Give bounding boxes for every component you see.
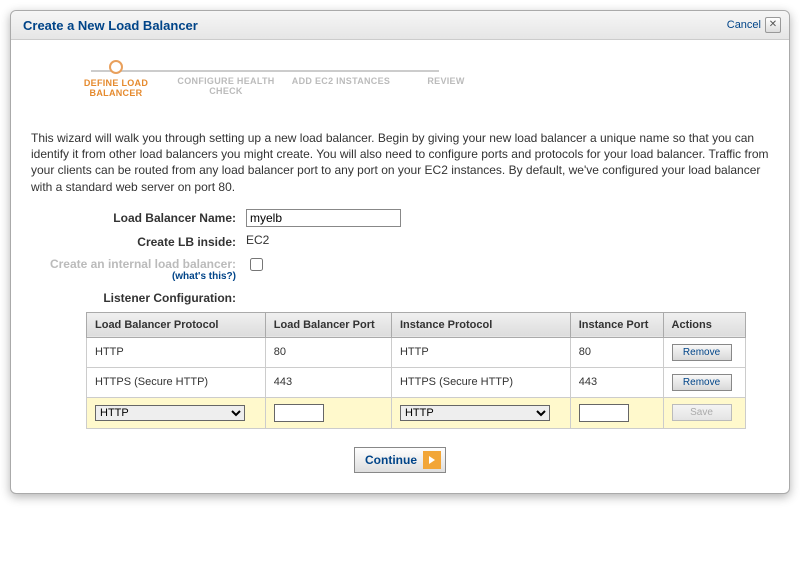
continue-button[interactable]: Continue: [354, 447, 446, 473]
step-label: CONFIGURE HEALTH CHECK: [171, 76, 281, 96]
col-lb-port: Load Balancer Port: [265, 312, 391, 337]
wizard-description: This wizard will walk you through settin…: [31, 130, 769, 195]
row-lb-name: Load Balancer Name:: [31, 209, 769, 227]
cell-lb-port: 443: [265, 367, 391, 397]
step-active-dot-icon: [109, 60, 123, 74]
label-listener-config: Listener Configuration:: [31, 289, 246, 305]
cell-lb-port: 80: [265, 337, 391, 367]
close-icon[interactable]: ✕: [765, 17, 781, 33]
lb-protocol-select[interactable]: HTTP: [95, 405, 245, 421]
step-label: ADD EC2 INSTANCES: [286, 76, 396, 86]
row-listener-config: Listener Configuration:: [31, 289, 769, 305]
create-load-balancer-dialog: Create a New Load Balancer Cancel ✕ DEFI…: [10, 10, 790, 494]
remove-button[interactable]: Remove: [672, 374, 732, 391]
col-actions: Actions: [663, 312, 745, 337]
cell-inst-protocol: HTTP: [391, 337, 570, 367]
lb-name-input[interactable]: [246, 209, 401, 227]
lb-port-input[interactable]: [274, 404, 324, 422]
wizard-stepper: DEFINE LOAD BALANCER CONFIGURE HEALTH CH…: [31, 58, 769, 118]
inst-protocol-select[interactable]: HTTP: [400, 405, 550, 421]
label-internal-lb: Create an internal load balancer: (what'…: [31, 255, 246, 283]
dialog-title: Create a New Load Balancer: [23, 18, 727, 33]
cell-lb-protocol: HTTPS (Secure HTTP): [87, 367, 266, 397]
remove-button[interactable]: Remove: [672, 344, 732, 361]
table-row: HTTPS (Secure HTTP) 443 HTTPS (Secure HT…: [87, 367, 746, 397]
dialog-header: Create a New Load Balancer Cancel ✕: [11, 11, 789, 40]
arrow-right-icon: [423, 451, 441, 469]
value-create-inside: EC2: [246, 233, 269, 247]
col-lb-protocol: Load Balancer Protocol: [87, 312, 266, 337]
dialog-body: DEFINE LOAD BALANCER CONFIGURE HEALTH CH…: [11, 40, 789, 493]
save-button[interactable]: Save: [672, 404, 732, 421]
row-internal-lb: Create an internal load balancer: (what'…: [31, 255, 769, 283]
label-internal-lb-text: Create an internal load balancer:: [50, 257, 236, 271]
step-configure-health-check: CONFIGURE HEALTH CHECK: [171, 76, 281, 96]
step-label: DEFINE LOAD BALANCER: [61, 78, 171, 98]
continue-row: Continue: [31, 447, 769, 473]
table-add-row: HTTP HTTP Save: [87, 397, 746, 428]
cell-inst-port: 80: [570, 337, 663, 367]
step-define-load-balancer: DEFINE LOAD BALANCER: [61, 58, 171, 98]
label-create-inside: Create LB inside:: [31, 233, 246, 249]
internal-lb-checkbox[interactable]: [250, 258, 263, 271]
whats-this-link[interactable]: (what's this?): [31, 271, 236, 283]
inst-port-input[interactable]: [579, 404, 629, 422]
step-review: REVIEW: [391, 76, 501, 86]
label-lb-name: Load Balancer Name:: [31, 209, 246, 225]
cell-inst-port: 443: [570, 367, 663, 397]
cell-inst-protocol: HTTPS (Secure HTTP): [391, 367, 570, 397]
cancel-link[interactable]: Cancel: [727, 19, 761, 31]
row-create-inside: Create LB inside: EC2: [31, 233, 769, 249]
table-row: HTTP 80 HTTP 80 Remove: [87, 337, 746, 367]
col-inst-port: Instance Port: [570, 312, 663, 337]
col-inst-protocol: Instance Protocol: [391, 312, 570, 337]
listener-table: Load Balancer Protocol Load Balancer Por…: [86, 312, 746, 429]
step-add-ec2-instances: ADD EC2 INSTANCES: [286, 76, 396, 86]
table-header-row: Load Balancer Protocol Load Balancer Por…: [87, 312, 746, 337]
continue-label: Continue: [365, 453, 417, 467]
step-label: REVIEW: [391, 76, 501, 86]
cell-lb-protocol: HTTP: [87, 337, 266, 367]
